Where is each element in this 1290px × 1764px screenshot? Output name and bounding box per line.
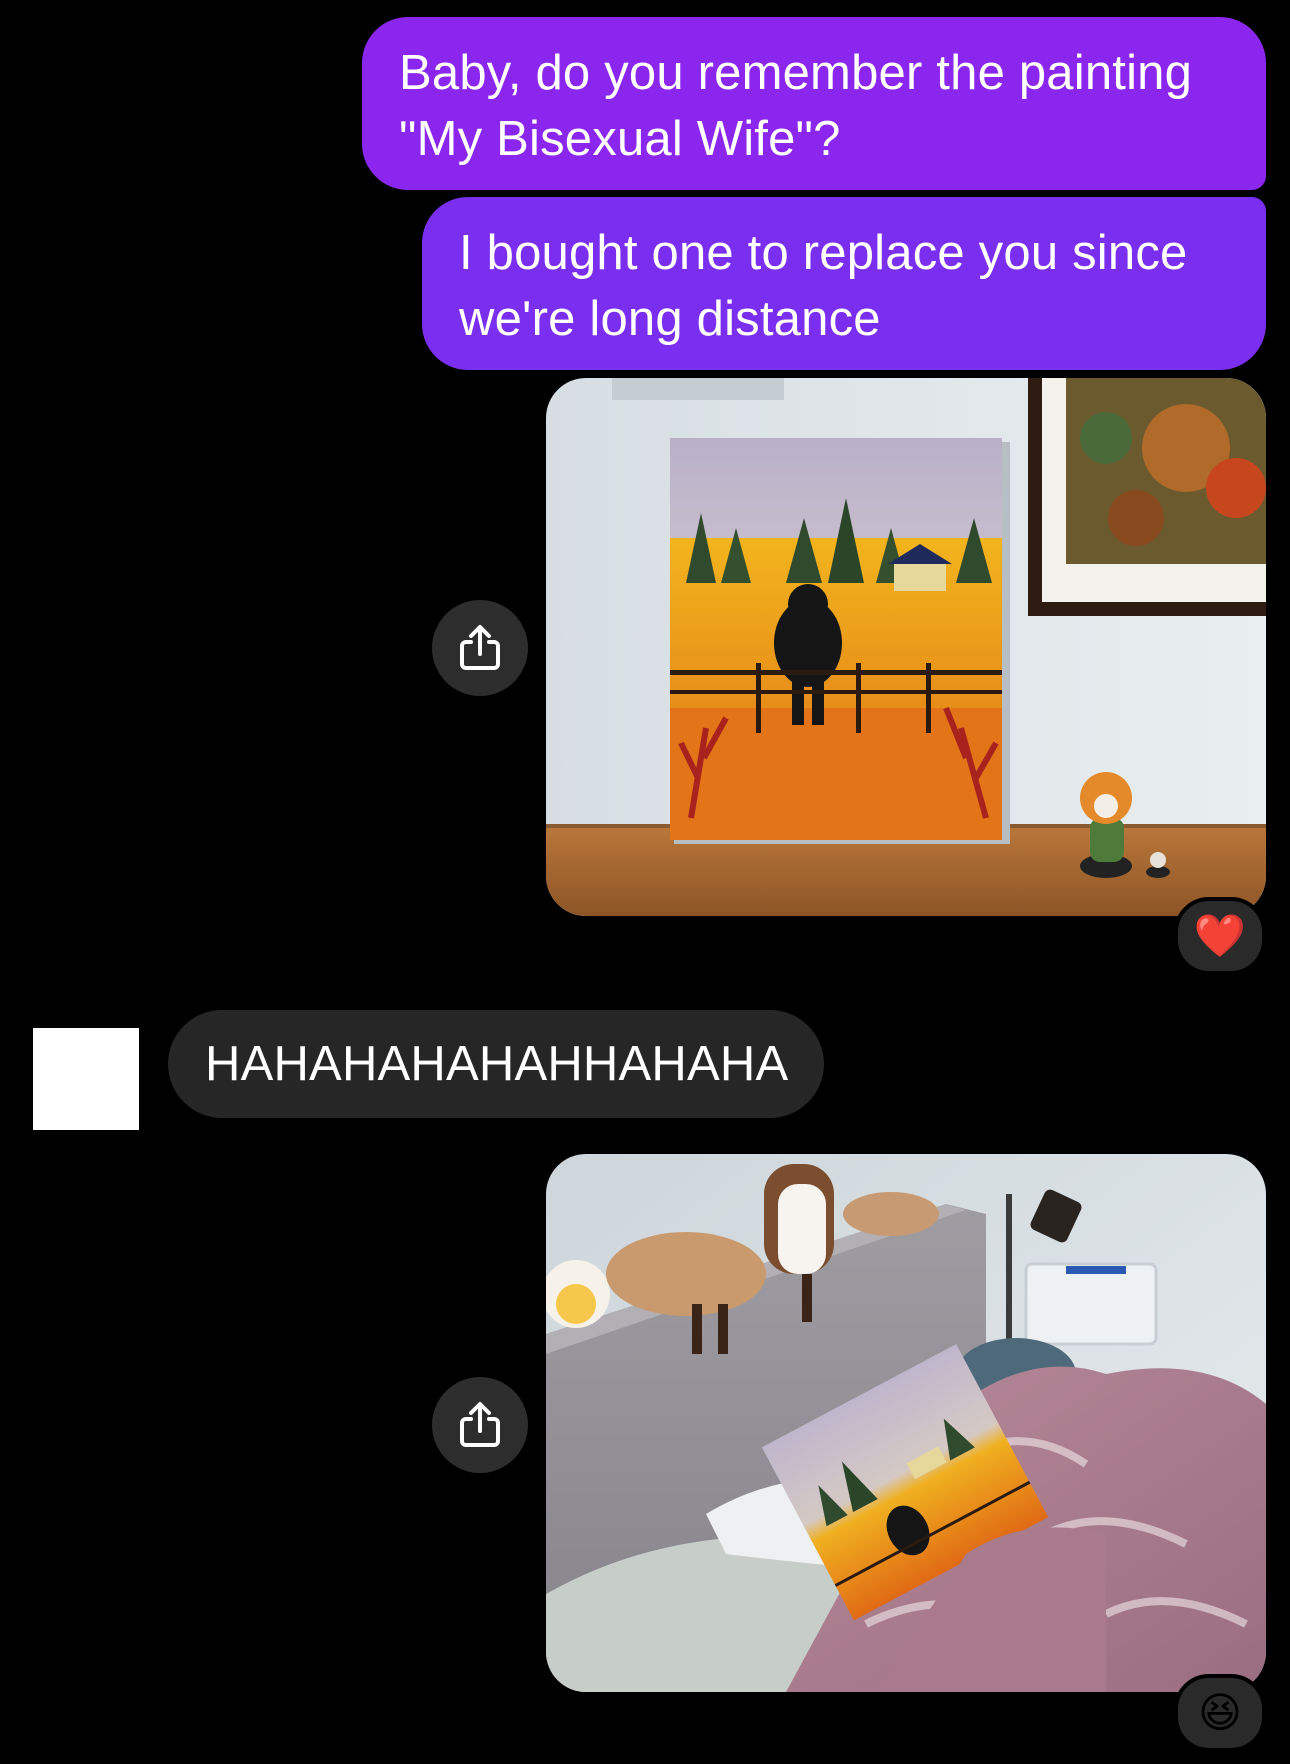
share-icon — [460, 625, 500, 670]
painting-on-shelf-photo — [546, 378, 1266, 916]
heart-reaction-icon: ❤️ — [1193, 912, 1247, 959]
message-thread: Baby, do you remember the painting "My B… — [0, 0, 1290, 1764]
image-attachment[interactable] — [546, 1154, 1266, 1692]
share-button[interactable] — [432, 1377, 528, 1473]
laughing-face-reaction-icon: 😆 — [1198, 1689, 1242, 1736]
share-button[interactable] — [432, 600, 528, 696]
share-icon — [460, 1402, 500, 1447]
outgoing-message-bubble[interactable]: I bought one to replace you since we're … — [422, 197, 1266, 370]
painting-in-bed-photo — [546, 1154, 1266, 1692]
reaction-badge[interactable]: 😆 — [1174, 1674, 1266, 1752]
incoming-message-bubble[interactable]: HAHAHAHAHAHHAHAHA — [168, 1010, 825, 1118]
reaction-badge[interactable]: ❤️ — [1174, 897, 1266, 975]
avatar[interactable] — [33, 1028, 139, 1130]
outgoing-message-bubble[interactable]: Baby, do you remember the painting "My B… — [362, 17, 1266, 190]
image-attachment[interactable] — [546, 378, 1266, 916]
